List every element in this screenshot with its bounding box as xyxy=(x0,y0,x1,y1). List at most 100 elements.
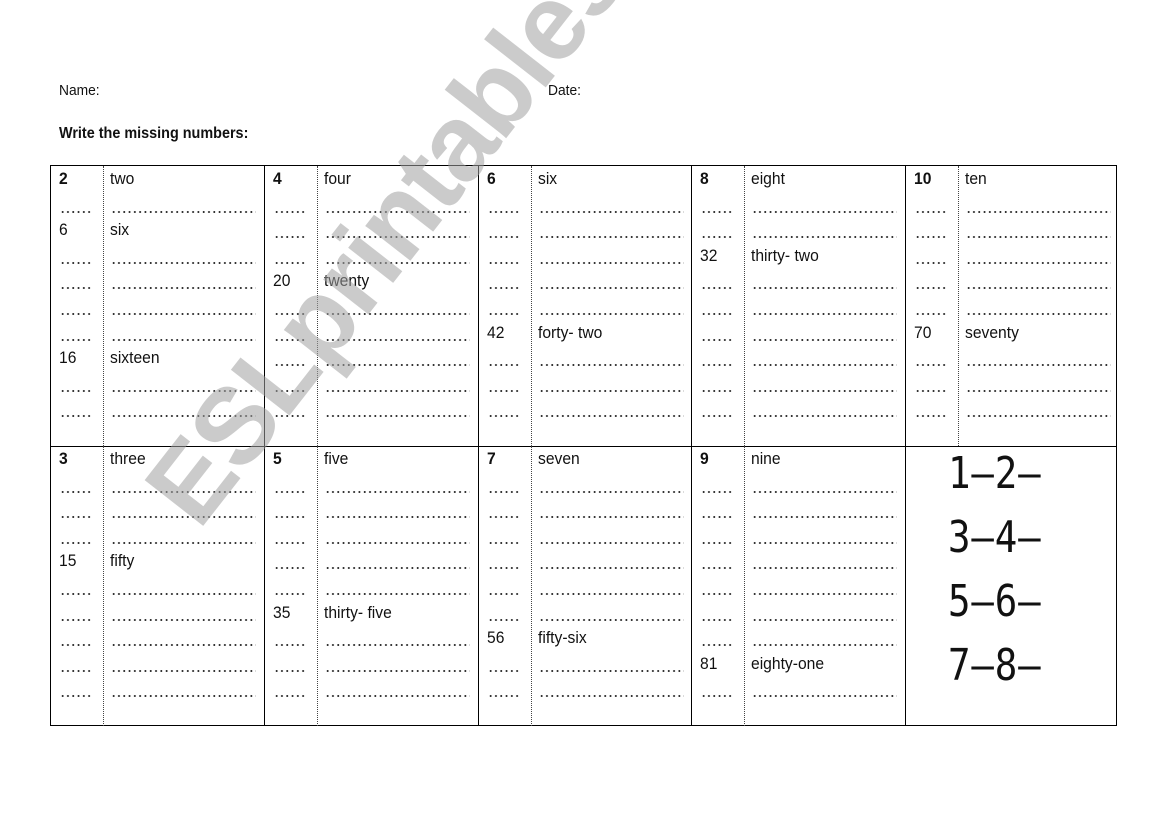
word-blank[interactable] xyxy=(538,541,684,544)
blank-row[interactable] xyxy=(51,603,264,629)
word-blank[interactable] xyxy=(111,669,256,672)
number-blank[interactable] xyxy=(914,261,947,264)
blank-row[interactable] xyxy=(692,577,904,603)
number-blank[interactable] xyxy=(701,287,734,290)
blank-row[interactable] xyxy=(906,399,1118,425)
number-blank[interactable] xyxy=(60,261,92,264)
word-blank[interactable] xyxy=(325,644,471,647)
word-blank[interactable] xyxy=(111,261,256,264)
blank-row[interactable] xyxy=(479,526,691,552)
word-blank[interactable] xyxy=(325,236,471,239)
word-blank[interactable] xyxy=(111,287,256,290)
blank-row[interactable] xyxy=(906,195,1118,221)
number-blank[interactable] xyxy=(701,618,734,621)
number-blank[interactable] xyxy=(701,567,734,570)
blank-row[interactable] xyxy=(51,526,264,552)
word-blank[interactable] xyxy=(111,541,256,544)
number-blank[interactable] xyxy=(274,313,307,315)
word-blank[interactable] xyxy=(752,415,898,418)
word-blank[interactable] xyxy=(538,567,684,570)
blank-row[interactable] xyxy=(479,577,691,603)
blank-row[interactable] xyxy=(265,374,477,400)
word-blank[interactable] xyxy=(538,593,684,595)
blank-row[interactable] xyxy=(692,526,904,552)
word-blank[interactable] xyxy=(752,210,898,213)
blank-row[interactable] xyxy=(479,399,691,425)
number-blank[interactable] xyxy=(60,210,92,213)
number-blank[interactable] xyxy=(914,364,947,367)
number-blank[interactable] xyxy=(274,516,307,519)
word-blank[interactable] xyxy=(752,516,898,519)
blank-row[interactable] xyxy=(692,348,904,374)
number-blank[interactable] xyxy=(274,567,307,570)
number-blank[interactable] xyxy=(60,669,92,672)
blank-row[interactable] xyxy=(479,220,691,246)
word-blank[interactable] xyxy=(325,313,471,315)
blank-row[interactable] xyxy=(51,475,264,501)
blank-row[interactable] xyxy=(692,475,904,501)
number-blank[interactable] xyxy=(60,541,92,544)
word-blank[interactable] xyxy=(111,210,256,213)
number-blank[interactable] xyxy=(487,287,520,290)
word-blank[interactable] xyxy=(965,389,1111,392)
blank-row[interactable] xyxy=(265,654,477,680)
number-blank[interactable] xyxy=(487,669,520,672)
word-blank[interactable] xyxy=(325,567,471,570)
blank-row[interactable] xyxy=(51,500,264,526)
word-blank[interactable] xyxy=(111,644,256,647)
number-blank[interactable] xyxy=(487,618,520,621)
blank-row[interactable] xyxy=(906,271,1118,297)
blank-row[interactable] xyxy=(692,297,904,323)
blank-row[interactable] xyxy=(265,348,477,374)
word-blank[interactable] xyxy=(752,618,898,621)
number-blank[interactable] xyxy=(274,210,307,213)
number-blank[interactable] xyxy=(701,644,734,647)
word-blank[interactable] xyxy=(752,338,898,341)
word-blank[interactable] xyxy=(325,338,471,341)
word-blank[interactable] xyxy=(111,338,256,341)
blank-row[interactable] xyxy=(51,323,264,349)
blank-row[interactable] xyxy=(479,195,691,221)
word-blank[interactable] xyxy=(965,313,1111,315)
word-blank[interactable] xyxy=(965,210,1111,213)
word-blank[interactable] xyxy=(111,490,256,493)
number-blank[interactable] xyxy=(701,313,734,315)
word-blank[interactable] xyxy=(538,210,684,213)
number-blank[interactable] xyxy=(274,389,307,392)
word-blank[interactable] xyxy=(752,236,898,239)
number-blank[interactable] xyxy=(701,415,734,418)
number-blank[interactable] xyxy=(487,210,520,213)
blank-row[interactable] xyxy=(265,475,477,501)
blank-row[interactable] xyxy=(51,297,264,323)
blank-row[interactable] xyxy=(265,399,477,425)
word-blank[interactable] xyxy=(325,593,471,595)
number-blank[interactable] xyxy=(701,389,734,392)
word-blank[interactable] xyxy=(538,516,684,519)
number-blank[interactable] xyxy=(60,313,92,315)
blank-row[interactable] xyxy=(51,374,264,400)
blank-row[interactable] xyxy=(479,271,691,297)
number-blank[interactable] xyxy=(274,644,307,647)
number-blank[interactable] xyxy=(60,516,92,519)
number-blank[interactable] xyxy=(487,364,520,367)
word-blank[interactable] xyxy=(538,415,684,418)
number-blank[interactable] xyxy=(487,313,520,315)
number-blank[interactable] xyxy=(487,389,520,392)
blank-row[interactable] xyxy=(479,374,691,400)
number-blank[interactable] xyxy=(487,567,520,570)
blank-row[interactable] xyxy=(906,246,1118,272)
blank-row[interactable] xyxy=(51,679,264,705)
word-blank[interactable] xyxy=(325,261,471,264)
number-blank[interactable] xyxy=(487,415,520,418)
blank-row[interactable] xyxy=(51,577,264,603)
number-blank[interactable] xyxy=(60,287,92,290)
word-blank[interactable] xyxy=(111,313,256,315)
word-blank[interactable] xyxy=(538,287,684,290)
blank-row[interactable] xyxy=(692,374,904,400)
blank-row[interactable] xyxy=(265,220,477,246)
word-blank[interactable] xyxy=(538,669,684,672)
word-blank[interactable] xyxy=(965,364,1111,367)
number-blank[interactable] xyxy=(487,490,520,493)
word-blank[interactable] xyxy=(752,695,898,698)
word-blank[interactable] xyxy=(538,261,684,264)
